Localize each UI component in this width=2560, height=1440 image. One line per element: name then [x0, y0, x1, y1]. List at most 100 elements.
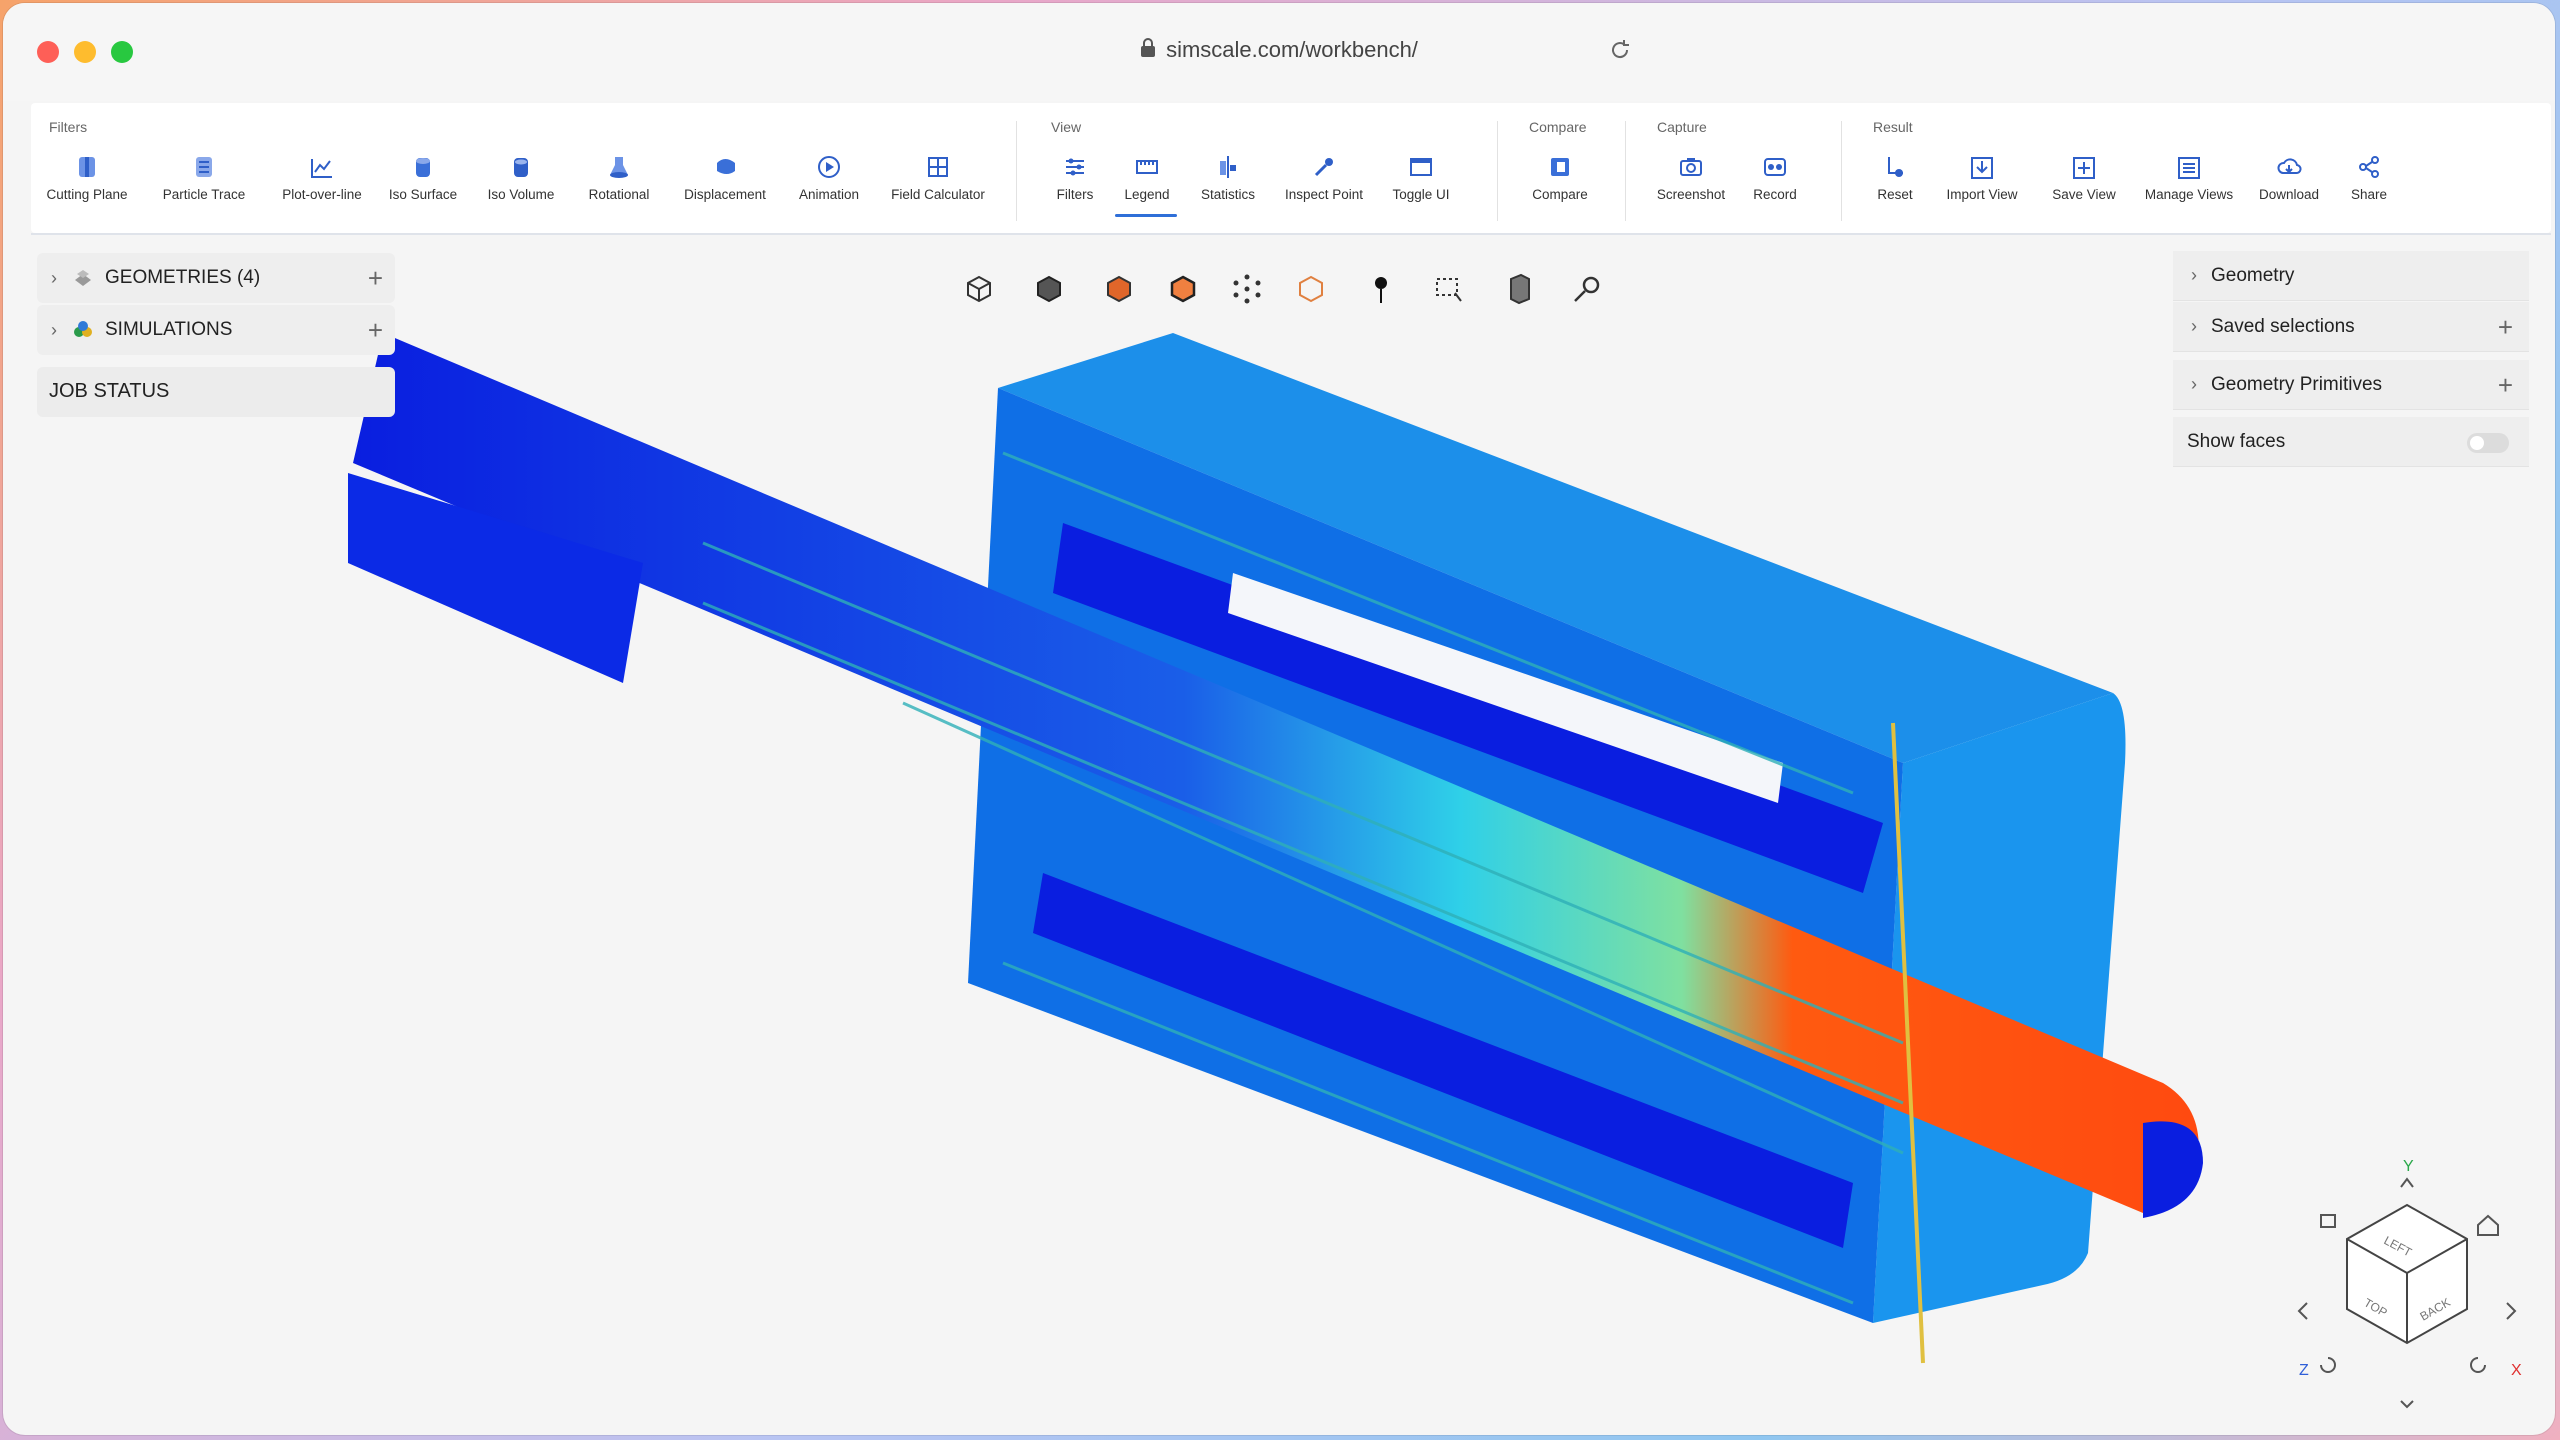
add-selection-button[interactable]: +	[2498, 312, 2513, 343]
panel-saved-selections[interactable]: › Saved selections +	[2173, 302, 2529, 352]
measure-tool-icon[interactable]	[1567, 269, 1607, 309]
plot-over-line-icon	[311, 159, 332, 178]
geometries-icon	[75, 270, 91, 286]
animation-label: Animation	[798, 187, 860, 202]
navigation-cube[interactable]: Y LEFT TOP BACK Z X	[2273, 1153, 2553, 1423]
geometry-primitives-label: Geometry Primitives	[2211, 373, 2383, 395]
rotate-right-icon[interactable]	[2506, 1302, 2517, 1320]
group-label-compare: Compare	[1529, 119, 1587, 135]
axis-x-label: X	[2511, 1362, 2522, 1379]
solid-cube-icon[interactable]	[1029, 269, 1069, 309]
cloud-download-icon	[2277, 158, 2302, 174]
plot-over-line-label: Plot-over-line	[282, 187, 362, 202]
points-cube-icon[interactable]	[1227, 269, 1267, 309]
iso-surface-icon	[416, 158, 430, 177]
inspect-point-label: Inspect Point	[1284, 187, 1364, 202]
field-calculator-button[interactable]: Field Calculator	[883, 153, 993, 223]
displacement-button[interactable]: Displacement	[677, 153, 773, 223]
group-label-capture: Capture	[1657, 119, 1707, 135]
section-view-icon[interactable]	[1499, 269, 1539, 309]
cutting-plane-icon	[79, 157, 95, 177]
manage-views-button[interactable]: Manage Views	[2139, 153, 2239, 223]
compare-button[interactable]: Compare	[1525, 153, 1595, 223]
shaft-end-cap	[2143, 1121, 2203, 1218]
iso-surface-label: Iso Surface	[388, 187, 458, 202]
transparent-cube-icon[interactable]	[1291, 269, 1331, 309]
reset-button[interactable]: Reset	[1867, 153, 1923, 223]
browser-titlebar: simscale.com/workbench/	[3, 3, 2555, 101]
rotate-left-icon[interactable]	[2297, 1302, 2308, 1320]
panel-geometry-primitives[interactable]: › Geometry Primitives +	[2173, 360, 2529, 410]
inspect-point-button[interactable]: Inspect Point	[1277, 153, 1371, 223]
animation-button[interactable]: Animation	[789, 153, 869, 223]
legend-active-indicator	[1115, 214, 1177, 217]
job-status-panel[interactable]: JOB STATUS	[37, 367, 395, 417]
particle-trace-button[interactable]: Particle Trace	[157, 153, 251, 223]
edges-cube-icon[interactable]	[1163, 269, 1203, 309]
iso-surface-button[interactable]: Iso Surface	[383, 153, 463, 223]
tree-item-geometries[interactable]: › GEOMETRIES (4) +	[37, 253, 395, 303]
url-text: simscale.com/workbench/	[1166, 37, 1418, 62]
show-faces-toggle[interactable]	[2467, 433, 2509, 453]
toggle-ui-button[interactable]: Toggle UI	[1383, 153, 1459, 223]
statistics-button[interactable]: Statistics	[1193, 153, 1263, 223]
saved-selections-label: Saved selections	[2211, 315, 2355, 337]
screenshot-button[interactable]: Screenshot	[1651, 153, 1731, 223]
chevron-right-icon: ›	[2191, 265, 2197, 285]
geometries-label: GEOMETRIES (4)	[105, 267, 261, 288]
wireframe-cube-icon[interactable]	[959, 269, 999, 309]
job-status-label: JOB STATUS	[49, 380, 170, 402]
address-bar[interactable]: simscale.com/workbench/	[3, 37, 2555, 64]
box-select-icon[interactable]	[1429, 269, 1469, 309]
group-separator	[1625, 121, 1626, 221]
chevron-right-icon: ›	[2191, 316, 2197, 336]
iso-volume-button[interactable]: Iso Volume	[481, 153, 561, 223]
legend-button[interactable]: Legend	[1117, 153, 1177, 223]
rotate-up-icon[interactable]	[2400, 1177, 2414, 1188]
particle-trace-icon	[196, 157, 212, 177]
save-view-button[interactable]: Save View	[2039, 153, 2129, 223]
record-button[interactable]: Record	[1745, 153, 1805, 223]
cutting-plane-label: Cutting Plane	[46, 187, 128, 202]
legend-icon	[1136, 160, 1158, 174]
calculator-grid-icon	[928, 157, 948, 177]
shaded-cube-icon[interactable]	[1099, 269, 1139, 309]
add-view-icon	[2073, 157, 2095, 179]
displacement-label: Displacement	[684, 187, 766, 202]
ribbon-divider	[31, 233, 2551, 235]
browser-window: simscale.com/workbench/ Filters View Com…	[3, 3, 2555, 1435]
rotate-cw-icon[interactable]	[2470, 1357, 2486, 1373]
home-view-icon[interactable]	[2477, 1214, 2499, 1236]
field-calculator-label: Field Calculator	[891, 187, 985, 202]
cutting-plane-button[interactable]: Cutting Plane	[45, 153, 129, 223]
rotational-button[interactable]: Rotational	[577, 153, 661, 223]
add-geometry-button[interactable]: +	[368, 263, 383, 294]
camera-view-icon[interactable]	[2320, 1214, 2336, 1228]
tree-item-simulations[interactable]: › SIMULATIONS +	[37, 305, 395, 355]
show-faces-label: Show faces	[2187, 430, 2286, 452]
view-filters-button[interactable]: Filters	[1047, 153, 1103, 223]
pipette-icon	[1314, 158, 1333, 177]
add-simulation-button[interactable]: +	[368, 315, 383, 346]
displacement-icon	[717, 159, 735, 174]
add-primitive-button[interactable]: +	[2498, 370, 2513, 401]
pin-icon[interactable]	[1361, 269, 1401, 309]
lock-icon	[1140, 38, 1156, 64]
reload-icon[interactable]	[1607, 37, 1633, 68]
legend-label: Legend	[1124, 187, 1170, 202]
plot-over-line-button[interactable]: Plot-over-line	[273, 153, 371, 223]
simulations-icon	[74, 321, 92, 337]
axis-z-label: Z	[2299, 1362, 2309, 1379]
reset-label: Reset	[1877, 187, 1913, 202]
share-button[interactable]: Share	[2341, 153, 2397, 223]
iso-volume-icon	[514, 158, 528, 177]
rotational-icon	[610, 157, 628, 178]
import-icon	[1971, 157, 1993, 179]
sliders-icon	[1066, 158, 1084, 176]
rotate-down-icon[interactable]	[2400, 1400, 2414, 1409]
panel-geometry[interactable]: › Geometry	[2173, 251, 2529, 301]
download-button[interactable]: Download	[2251, 153, 2327, 223]
rotate-ccw-icon[interactable]	[2320, 1357, 2336, 1373]
group-separator	[1497, 121, 1498, 221]
import-view-button[interactable]: Import View	[1935, 153, 2029, 223]
